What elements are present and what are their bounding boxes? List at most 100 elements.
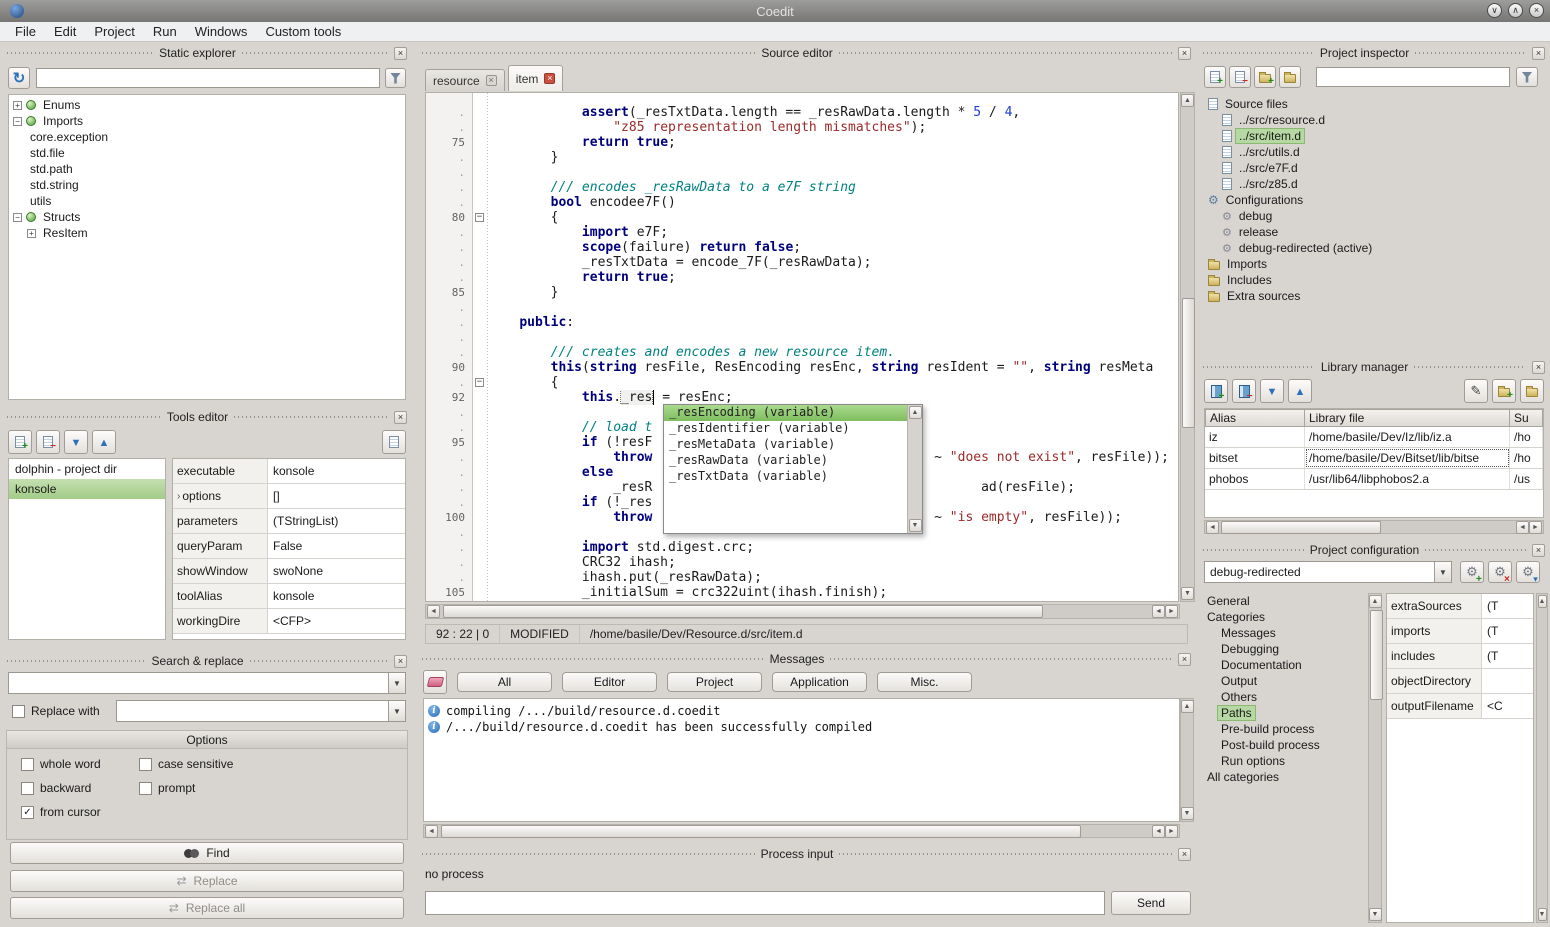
- completion-item[interactable]: _resEncoding (variable): [664, 405, 907, 421]
- scroll-left-icon[interactable]: ◄: [425, 825, 438, 838]
- scrollbar-thumb[interactable]: [1221, 521, 1381, 534]
- add-source-button[interactable]: [1204, 66, 1226, 88]
- tool-prop-toolalias[interactable]: toolAliaskonsole: [173, 584, 405, 609]
- category-scrollbar[interactable]: ▲ ▼: [1368, 593, 1382, 923]
- tool-prop-workingdire[interactable]: workingDire<CFP>: [173, 609, 405, 634]
- message-row[interactable]: i/.../build/resource.d.coedit has been s…: [424, 719, 1179, 735]
- code-line[interactable]: . bool encodee7F(): [426, 195, 1178, 210]
- panel-close-icon[interactable]: ×: [1178, 47, 1191, 60]
- explorer-utils[interactable]: utils: [9, 193, 405, 209]
- editor-horizontal-scrollbar[interactable]: ◄ ◄ ►: [425, 604, 1180, 619]
- process-input-field[interactable]: [425, 891, 1105, 915]
- completion-item[interactable]: _resMetaData (variable): [664, 437, 907, 453]
- scroll-up-icon[interactable]: ▲: [1538, 595, 1547, 608]
- config-category-general[interactable]: General: [1200, 593, 1366, 609]
- completion-item[interactable]: _resIdentifier (variable): [664, 421, 907, 437]
- property-value[interactable]: []: [268, 484, 405, 508]
- symbol-filter-input[interactable]: [36, 68, 380, 88]
- message-row[interactable]: icompiling /.../build/resource.d.coedit: [424, 703, 1179, 719]
- messages-horizontal-scrollbar[interactable]: ◄ ◄ ►: [423, 824, 1180, 838]
- replace-button[interactable]: Replace: [10, 870, 404, 892]
- close-icon[interactable]: ×: [1529, 3, 1544, 18]
- column-library-file[interactable]: Library file: [1305, 409, 1510, 427]
- move-library-up-button[interactable]: [1288, 379, 1312, 403]
- scroll-up-icon[interactable]: ▲: [1181, 700, 1194, 713]
- menu-project[interactable]: Project: [85, 23, 143, 40]
- explorer-structs[interactable]: −Structs: [9, 209, 405, 225]
- messages-vertical-scrollbar[interactable]: ▲ ▼: [1180, 698, 1194, 822]
- refresh-button[interactable]: [8, 67, 30, 89]
- panel-close-icon[interactable]: ×: [1532, 47, 1545, 60]
- checkbox-whole-word[interactable]: whole word: [21, 757, 101, 771]
- expand-icon[interactable]: ›: [177, 491, 180, 502]
- code-line[interactable]: . assert(_resTxtData.length == _resRawDa…: [426, 105, 1178, 120]
- library-horizontal-scrollbar[interactable]: ◄ ◄ ►: [1204, 520, 1544, 534]
- inspector-extra-sources[interactable]: Extra sources: [1204, 288, 1544, 304]
- inspector-debug-redirected-active[interactable]: debug-redirected (active): [1204, 240, 1544, 256]
- scrollbar-thumb[interactable]: [443, 605, 1043, 618]
- filter-editor-button[interactable]: Editor: [562, 672, 657, 692]
- config-category-all-categories[interactable]: All categories: [1200, 769, 1366, 785]
- checkbox-from-cursor[interactable]: ✓from cursor: [21, 805, 101, 819]
- inspector-src-resource-d[interactable]: ../src/resource.d: [1204, 112, 1544, 128]
- scroll-left-icon[interactable]: ◄: [1516, 521, 1529, 534]
- property-value[interactable]: swoNone: [268, 559, 405, 583]
- tool-dolphin-project-dir[interactable]: dolphin - project dir: [9, 459, 165, 479]
- send-button[interactable]: Send: [1111, 891, 1191, 915]
- configuration-select[interactable]: debug-redirected ▼: [1204, 561, 1452, 583]
- inspector-src-utils-d[interactable]: ../src/utils.d: [1204, 144, 1544, 160]
- property-value[interactable]: <CFP>: [268, 609, 405, 633]
- collapse-icon[interactable]: −: [13, 213, 22, 222]
- maximize-icon[interactable]: ∧: [1508, 3, 1523, 18]
- clone-tool-button[interactable]: [382, 430, 406, 454]
- chevron-down-icon[interactable]: ▼: [1434, 562, 1451, 582]
- code-line[interactable]: . public:: [426, 315, 1178, 330]
- config-prop-extrasources[interactable]: extraSources(T: [1387, 594, 1533, 619]
- inspector-filter-button[interactable]: [1516, 67, 1538, 87]
- filter-all-button[interactable]: All: [457, 672, 552, 692]
- minimize-icon[interactable]: ∨: [1487, 3, 1502, 18]
- replace-all-button[interactable]: Replace all: [10, 897, 404, 919]
- tab-resource[interactable]: resource×: [425, 69, 505, 91]
- code-line[interactable]: .− {: [426, 375, 1178, 390]
- scroll-right-icon[interactable]: ►: [1529, 521, 1542, 534]
- config-category-others[interactable]: Others: [1200, 689, 1366, 705]
- code-line[interactable]: . ihash.put(_resRawData);: [426, 570, 1178, 585]
- code-line[interactable]: . "z85 representation length mismatches"…: [426, 120, 1178, 135]
- config-category-post-build-process[interactable]: Post-build process: [1200, 737, 1366, 753]
- scrollbar-thumb[interactable]: [441, 825, 1081, 838]
- scroll-left-icon[interactable]: ◄: [1152, 605, 1165, 618]
- completion-item[interactable]: _resTxtData (variable): [664, 469, 907, 485]
- property-value[interactable]: (T: [1482, 619, 1533, 643]
- filter-application-button[interactable]: Application: [772, 672, 867, 692]
- column-su[interactable]: Su: [1510, 409, 1543, 427]
- add-tool-button[interactable]: [8, 430, 32, 454]
- config-category-pre-build-process[interactable]: Pre-build process: [1200, 721, 1366, 737]
- code-line[interactable]: 90 this(string resFile, ResEncoding resE…: [426, 360, 1178, 375]
- clone-configuration-button[interactable]: [1516, 561, 1540, 583]
- property-value[interactable]: konsole: [268, 459, 405, 483]
- inspector-src-item-d[interactable]: ../src/item.d: [1204, 128, 1544, 144]
- checkbox-case-sensitive[interactable]: case sensitive: [139, 757, 233, 771]
- checkbox-backward[interactable]: backward: [21, 781, 91, 795]
- inspector-src-e7f-d[interactable]: ../src/e7F.d: [1204, 160, 1544, 176]
- scroll-down-icon[interactable]: ▼: [1538, 908, 1547, 921]
- scroll-right-icon[interactable]: ►: [1165, 605, 1178, 618]
- inspector-src-z85-d[interactable]: ../src/z85.d: [1204, 176, 1544, 192]
- code-line[interactable]: . return true;: [426, 270, 1178, 285]
- search-term-combobox[interactable]: ▼: [8, 672, 406, 694]
- property-value[interactable]: (T: [1482, 644, 1533, 668]
- menu-file[interactable]: File: [6, 23, 45, 40]
- explorer-std-path[interactable]: std.path: [9, 161, 405, 177]
- tool-prop-parameters[interactable]: parameters(TStringList): [173, 509, 405, 534]
- replace-term-combobox[interactable]: ▼: [116, 700, 406, 722]
- library-row-iz[interactable]: iz/home/basile/Dev/Iz/lib/iz.a/ho: [1205, 427, 1543, 448]
- inspector-configurations[interactable]: Configurations: [1204, 192, 1544, 208]
- panel-close-icon[interactable]: ×: [394, 411, 407, 424]
- code-line[interactable]: .: [426, 165, 1178, 180]
- move-tool-down-button[interactable]: [64, 430, 88, 454]
- grid-scrollbar[interactable]: ▲ ▼: [1536, 593, 1548, 923]
- remove-source-button[interactable]: [1229, 66, 1251, 88]
- code-line[interactable]: .: [426, 330, 1178, 345]
- replace-with-checkbox[interactable]: Replace with: [12, 704, 100, 718]
